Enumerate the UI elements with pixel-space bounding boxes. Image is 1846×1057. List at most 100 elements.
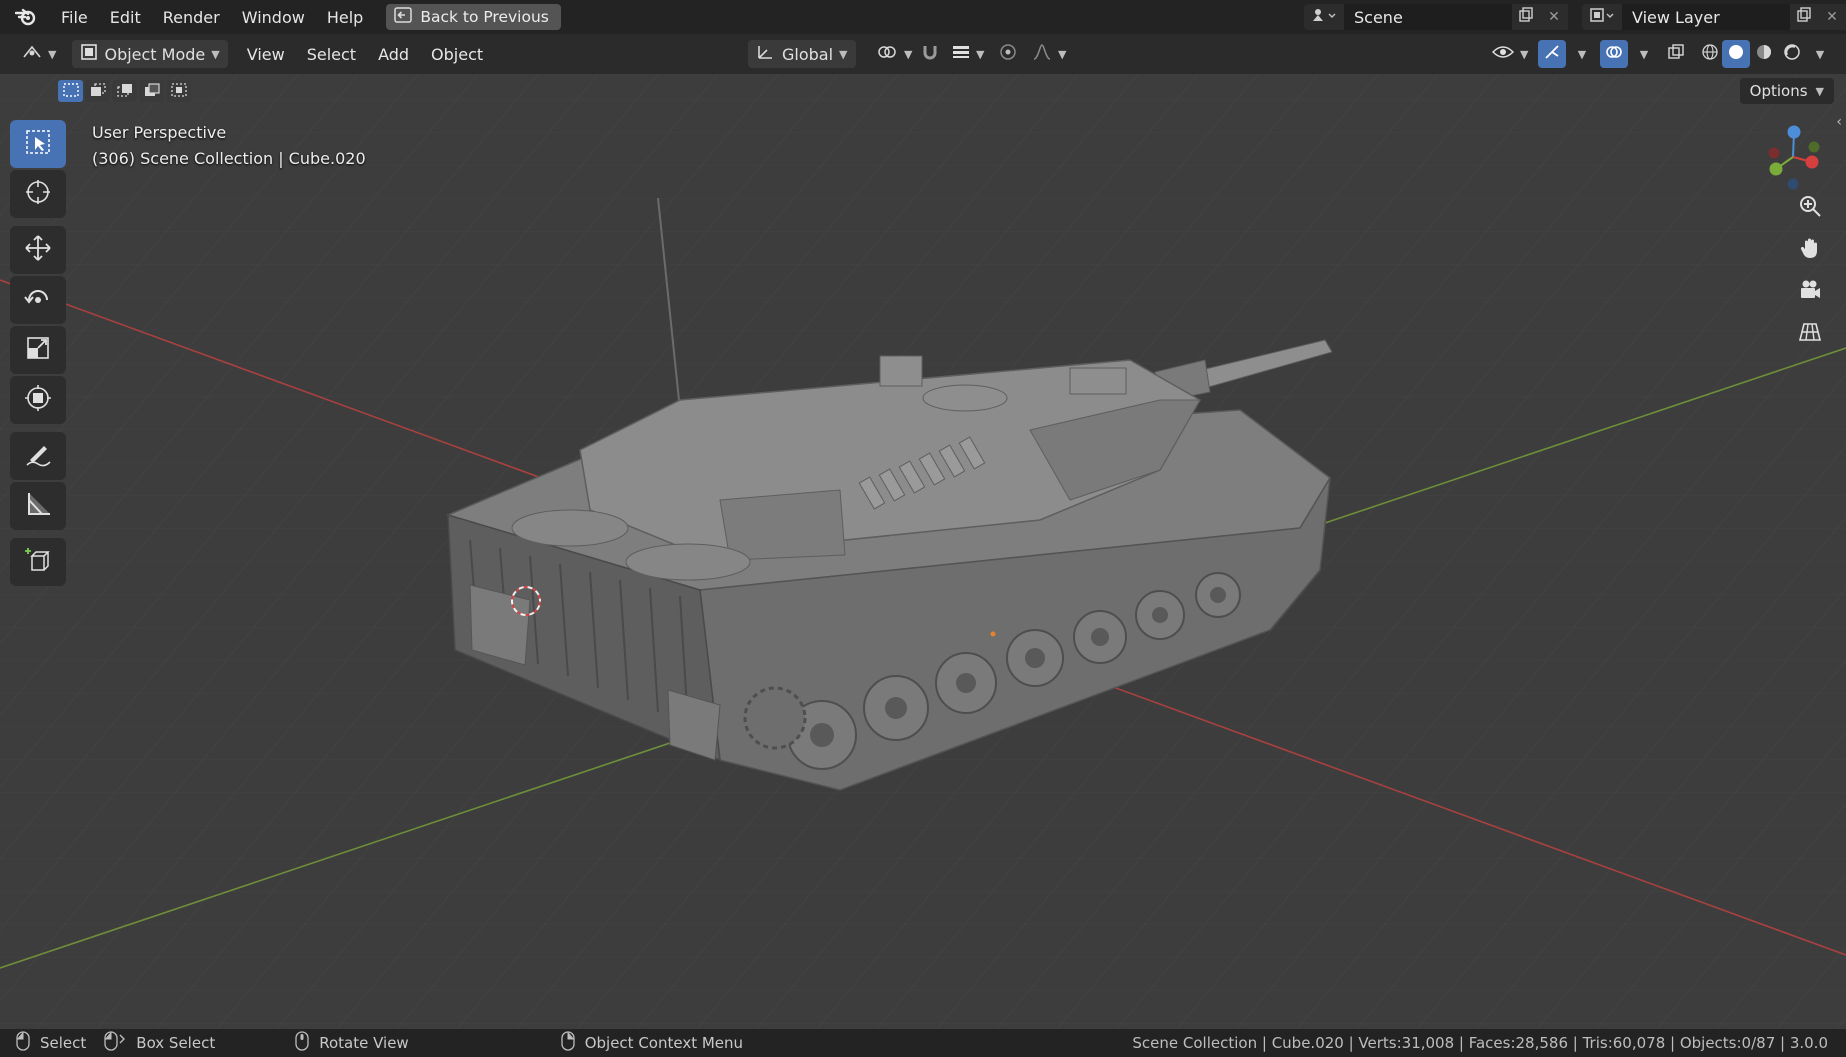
- scene-selector[interactable]: [1304, 4, 1344, 30]
- header-menu-select[interactable]: Select: [296, 34, 367, 74]
- hand-pan-icon: [1798, 236, 1822, 264]
- chevron-down-icon: ▼: [904, 47, 913, 61]
- y-axis-handle[interactable]: [1769, 162, 1783, 176]
- select-mode-new[interactable]: [58, 80, 83, 102]
- status-box-select: Box Select: [104, 1031, 215, 1055]
- shading-options[interactable]: ▼: [1806, 40, 1834, 68]
- select-mode-extend[interactable]: [85, 80, 110, 102]
- shading-rendered[interactable]: [1778, 40, 1806, 68]
- overlays-icon: [1604, 42, 1624, 66]
- gizmo-toggle[interactable]: [1538, 40, 1566, 68]
- object-mode-icon: [80, 43, 98, 65]
- tool-select-box[interactable]: [10, 120, 66, 168]
- neg-x-axis-handle[interactable]: [1768, 147, 1780, 159]
- zoom-button[interactable]: [1792, 190, 1828, 226]
- 3d-viewport[interactable]: User Perspective (306) Scene Collection …: [0, 74, 1846, 1029]
- proportional-edit-icon: [999, 43, 1017, 65]
- overlays-options[interactable]: ▼: [1630, 40, 1658, 68]
- back-button-label: Back to Previous: [420, 8, 549, 26]
- pivot-icon: [876, 43, 898, 65]
- zoom-icon: [1798, 194, 1822, 222]
- menu-edit[interactable]: Edit: [99, 0, 152, 34]
- orientation-icon: [756, 43, 776, 65]
- gizmo-icon: [1542, 42, 1562, 66]
- z-axis-handle[interactable]: [1787, 125, 1801, 139]
- ortho-toggle-button[interactable]: [1792, 316, 1828, 352]
- falloff-dropdown[interactable]: ▼: [1024, 40, 1074, 68]
- menu-help[interactable]: Help: [316, 0, 374, 34]
- tool-rotate[interactable]: [10, 276, 66, 324]
- editor-type-icon: [22, 43, 42, 65]
- header-menu-add[interactable]: Add: [367, 34, 420, 74]
- scene-new-button[interactable]: [1512, 4, 1540, 30]
- close-icon: ✕: [1548, 9, 1560, 25]
- status-context-menu: Object Context Menu: [561, 1031, 743, 1055]
- tool-scale[interactable]: [10, 326, 66, 374]
- snap-target-dropdown[interactable]: ▼: [944, 40, 992, 68]
- neg-z-axis-handle[interactable]: [1787, 178, 1799, 190]
- sidebar-toggle-icon[interactable]: ‹: [1836, 114, 1842, 130]
- mouse-left-icon: [16, 1031, 30, 1055]
- visibility-dropdown[interactable]: ▼: [1484, 40, 1536, 68]
- snap-toggle[interactable]: [916, 40, 944, 68]
- snap-increment-icon: [952, 44, 970, 64]
- neg-y-axis-handle[interactable]: [1808, 141, 1820, 153]
- status-select: Select: [16, 1031, 86, 1055]
- tool-transform[interactable]: [10, 376, 66, 424]
- shading-wireframe[interactable]: [1696, 40, 1724, 68]
- tool-cursor[interactable]: [10, 170, 66, 218]
- chevron-down-icon: ▼: [211, 47, 220, 61]
- view-layer-name-field[interactable]: View Layer: [1622, 4, 1790, 30]
- gizmo-options[interactable]: ▼: [1568, 40, 1596, 68]
- proportional-edit-toggle[interactable]: [994, 40, 1022, 68]
- chevron-down-icon: ▼: [48, 47, 57, 61]
- orientation-dropdown[interactable]: Global ▼: [748, 40, 856, 68]
- shading-material[interactable]: [1750, 40, 1778, 68]
- menu-render[interactable]: Render: [152, 0, 231, 34]
- options-label: Options: [1749, 82, 1808, 100]
- chevron-down-icon: ▼: [976, 47, 985, 61]
- menu-window[interactable]: Window: [231, 0, 316, 34]
- shading-solid[interactable]: [1722, 40, 1750, 68]
- axis-gizmo[interactable]: [1758, 122, 1828, 192]
- back-to-previous-button[interactable]: Back to Previous: [386, 4, 561, 30]
- blender-logo-icon[interactable]: [14, 5, 38, 29]
- scale-icon: [24, 334, 52, 366]
- view-layer-icon: [1589, 6, 1615, 28]
- select-invert-icon: [144, 82, 160, 101]
- tool-move[interactable]: [10, 226, 66, 274]
- pan-button[interactable]: [1792, 232, 1828, 268]
- tool-shelf: [10, 120, 66, 588]
- top-bar: File Edit Render Window Help Back to Pre…: [0, 0, 1846, 34]
- menu-file[interactable]: File: [50, 0, 99, 34]
- camera-view-button[interactable]: [1792, 274, 1828, 310]
- viewport-scene: [0, 74, 1846, 1029]
- options-dropdown[interactable]: Options ▼: [1739, 78, 1834, 104]
- chevron-down-icon: ▼: [1520, 47, 1529, 61]
- view-layer-delete-button[interactable]: ✕: [1818, 4, 1846, 30]
- xray-toggle[interactable]: [1662, 40, 1690, 68]
- magnet-icon: [920, 42, 940, 66]
- scene-delete-button[interactable]: ✕: [1540, 4, 1568, 30]
- tool-measure[interactable]: [10, 482, 66, 530]
- pivot-dropdown[interactable]: ▼: [868, 40, 920, 68]
- view-layer-new-button[interactable]: [1790, 4, 1818, 30]
- wireframe-sphere-icon: [1701, 43, 1719, 65]
- select-box-icon: [24, 128, 52, 160]
- viewport-info: User Perspective (306) Scene Collection …: [92, 120, 366, 172]
- editor-type-dropdown[interactable]: ▼: [14, 40, 64, 68]
- mode-dropdown[interactable]: Object Mode ▼: [72, 40, 228, 68]
- select-mode-subtract[interactable]: [112, 80, 137, 102]
- view-layer-selector[interactable]: [1582, 4, 1622, 30]
- select-mode-intersect[interactable]: [166, 80, 191, 102]
- scene-name-field[interactable]: Scene: [1344, 4, 1512, 30]
- x-axis-handle[interactable]: [1805, 155, 1819, 169]
- overlays-toggle[interactable]: [1600, 40, 1628, 68]
- select-subtract-icon: [116, 82, 133, 101]
- tool-annotate[interactable]: [10, 432, 66, 480]
- material-sphere-icon: [1755, 43, 1773, 65]
- select-mode-invert[interactable]: [139, 80, 164, 102]
- tool-add-cube[interactable]: [10, 538, 66, 586]
- header-menu-object[interactable]: Object: [420, 34, 494, 74]
- header-menu-view[interactable]: View: [236, 34, 296, 74]
